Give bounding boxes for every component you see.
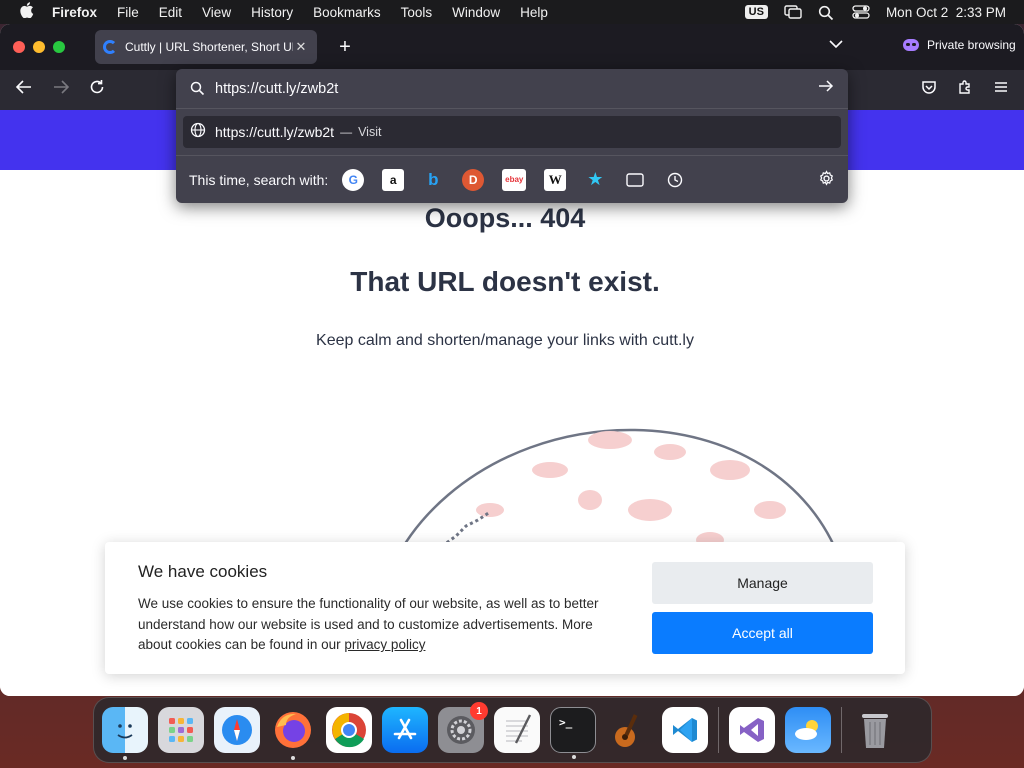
google-engine-icon[interactable]: G	[342, 168, 365, 191]
bookmarks-star-icon[interactable]: ★	[584, 169, 606, 191]
accept-all-cookies-button[interactable]: Accept all	[652, 612, 873, 654]
app-store-icon[interactable]	[382, 707, 428, 753]
input-source-badge[interactable]: US	[744, 5, 768, 19]
privacy-policy-link[interactable]: privacy policy	[344, 637, 425, 652]
zoom-window-button[interactable]	[53, 41, 65, 53]
suggestion-url: https://cutt.ly/zwb2t	[215, 124, 335, 140]
history-clock-icon[interactable]	[664, 169, 686, 191]
error-subtitle: Keep calm and shorten/manage your links …	[316, 332, 694, 349]
minimize-window-button[interactable]	[33, 41, 45, 53]
address-input[interactable]: https://cutt.ly/zwb2t	[215, 81, 338, 97]
close-tab-icon[interactable]: ✕	[293, 39, 309, 55]
back-arrow-icon[interactable]	[12, 79, 36, 100]
cookie-consent-banner: We have cookies We use cookies to ensure…	[105, 542, 905, 674]
list-all-tabs-chevron-icon[interactable]	[826, 36, 846, 52]
menubar-clock[interactable]: Mon Oct 2 2:33 PM	[886, 5, 1006, 20]
close-window-button[interactable]	[13, 41, 25, 53]
vscode-icon[interactable]	[662, 707, 708, 753]
duckduckgo-engine-icon[interactable]: D	[462, 168, 485, 191]
finder-icon[interactable]	[102, 707, 148, 760]
missing-url-heading: That URL doesn't exist.	[350, 266, 660, 297]
menu-edit[interactable]: Edit	[159, 5, 182, 20]
search-icon	[190, 81, 205, 101]
amazon-engine-icon[interactable]: a	[382, 168, 405, 191]
safari-compass-icon[interactable]	[214, 707, 260, 753]
search-with-label: This time, search with:	[189, 171, 329, 188]
menu-tools[interactable]: Tools	[401, 5, 433, 20]
tab-strip: Cuttly | URL Shortener, Short UR ✕ + Pri…	[0, 24, 1024, 70]
firefox-icon[interactable]	[270, 707, 316, 760]
one-off-search-bar: This time, search with: G a b D ebay W ★	[176, 155, 848, 203]
suggestion-separator: —	[340, 125, 353, 139]
visit-suggestion-row[interactable]: https://cutt.ly/zwb2t — Visit	[183, 116, 841, 148]
terminal-running-dot	[572, 755, 576, 759]
tab-cuttly[interactable]: Cuttly | URL Shortener, Short UR ✕	[95, 30, 317, 64]
address-bar[interactable]: https://cutt.ly/zwb2t	[176, 69, 848, 109]
globe-icon	[190, 122, 206, 143]
private-browsing-indicator: Private browsing	[903, 38, 1016, 52]
launchpad-icon[interactable]	[158, 707, 204, 753]
wikipedia-engine-icon[interactable]: W	[544, 168, 567, 191]
dock-separator	[718, 707, 719, 753]
urlbar-dropdown: https://cutt.ly/zwb2t https://cutt.ly/zw…	[176, 69, 848, 203]
menu-help[interactable]: Help	[520, 5, 548, 20]
firefox-running-dot	[291, 756, 295, 760]
window-controls	[13, 41, 65, 53]
control-center-icon[interactable]	[852, 5, 870, 19]
forward-arrow-icon[interactable]	[49, 79, 73, 100]
menu-app-name[interactable]: Firefox	[52, 5, 97, 20]
settings-notification-badge: 1	[470, 702, 488, 720]
ebay-engine-icon[interactable]: ebay	[502, 168, 527, 191]
extensions-puzzle-icon[interactable]	[953, 79, 977, 100]
screen-mirroring-icon[interactable]	[784, 5, 802, 19]
terminal-icon[interactable]: >_	[550, 707, 596, 759]
search-settings-gear-icon[interactable]	[818, 170, 835, 192]
textedit-icon[interactable]	[494, 707, 540, 753]
menu-bar: Firefox File Edit View History Bookmarks…	[0, 0, 1024, 24]
menu-file[interactable]: File	[117, 5, 139, 20]
tab-title: Cuttly | URL Shortener, Short UR	[125, 40, 293, 54]
cookie-title: We have cookies	[138, 562, 268, 581]
menu-bookmarks[interactable]: Bookmarks	[313, 5, 381, 20]
tabs-search-icon[interactable]	[624, 169, 646, 191]
garageband-guitar-icon[interactable]	[606, 707, 652, 753]
cuttly-favicon-icon	[103, 40, 117, 54]
weather-icon[interactable]	[785, 707, 831, 753]
trash-icon[interactable]	[852, 707, 898, 753]
menu-view[interactable]: View	[202, 5, 231, 20]
go-arrow-icon[interactable]	[818, 79, 834, 98]
spotlight-search-icon[interactable]	[818, 5, 836, 21]
dock-separator-2	[841, 707, 842, 753]
menu-window[interactable]: Window	[452, 5, 500, 20]
bing-engine-icon[interactable]: b	[422, 169, 444, 191]
private-mask-icon	[903, 39, 919, 51]
apple-menu-icon[interactable]	[18, 2, 36, 22]
reload-icon[interactable]	[85, 79, 109, 100]
pocket-icon[interactable]	[917, 79, 941, 100]
dock: 1 >_	[93, 697, 932, 763]
error-heading: Ooops... 404	[424, 203, 586, 233]
manage-cookies-button[interactable]: Manage	[652, 562, 873, 604]
chrome-icon[interactable]	[326, 707, 372, 753]
menu-history[interactable]: History	[251, 5, 293, 20]
finder-running-dot	[123, 756, 127, 760]
hamburger-menu-icon[interactable]	[989, 79, 1013, 99]
private-browsing-label: Private browsing	[927, 38, 1016, 52]
suggestion-action: Visit	[358, 125, 382, 139]
visual-studio-icon[interactable]	[729, 707, 775, 753]
cookie-description: We use cookies to ensure the functionali…	[138, 594, 608, 656]
system-settings-gear-icon[interactable]: 1	[438, 702, 488, 753]
new-tab-button[interactable]: +	[335, 36, 355, 59]
